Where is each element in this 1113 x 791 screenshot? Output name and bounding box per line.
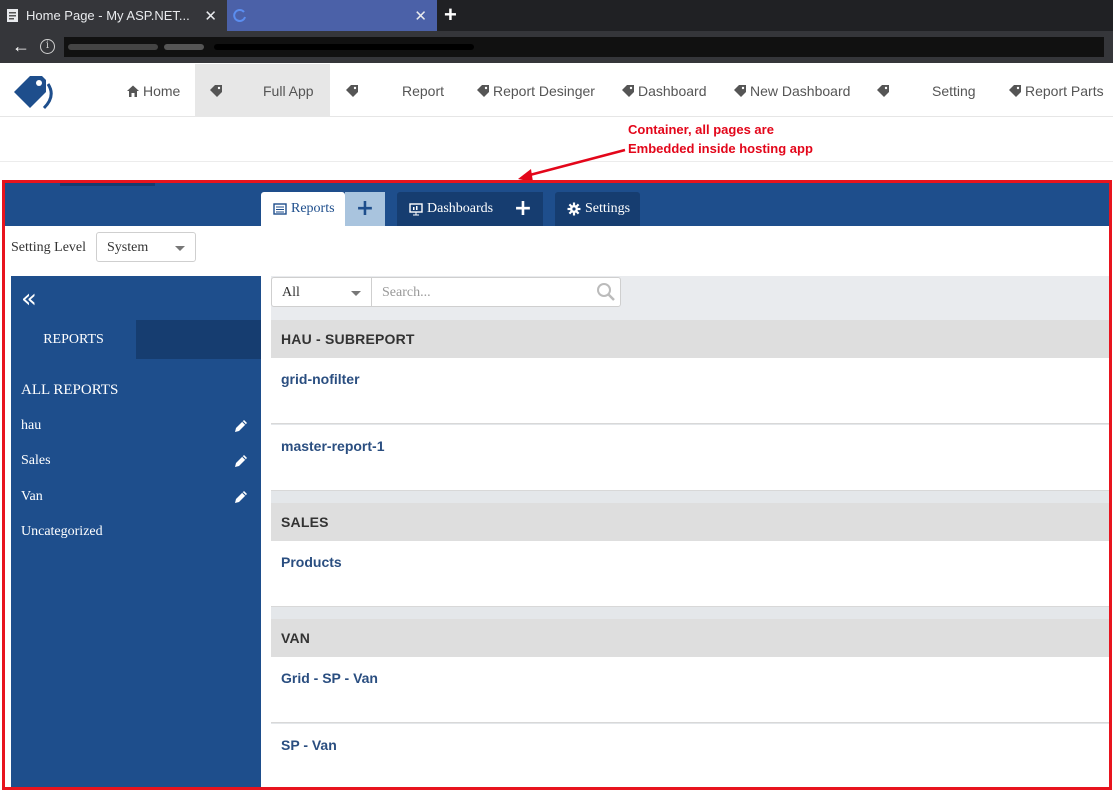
nav-new-dashboard-label: New Dashboard <box>750 82 851 99</box>
report-link[interactable]: master-report-1 <box>281 438 384 454</box>
report-item[interactable]: SP - Van <box>271 724 1109 787</box>
nav-report-label: Report <box>402 82 445 99</box>
tab-dashboards[interactable]: Dashboards <box>397 192 503 226</box>
report-item[interactable]: Grid - SP - Van <box>271 657 1109 723</box>
category-filter-value: All <box>282 285 300 300</box>
group-header-van: VAN <box>271 619 1109 657</box>
close-tab-icon[interactable]: ✕ <box>414 7 427 25</box>
tab-title: Home Page - My ASP.NET... <box>26 8 190 23</box>
setting-level-row: Setting Level System <box>5 226 1109 269</box>
search-input[interactable]: Search... <box>371 277 621 307</box>
nav-report-parts-label: Report Parts <box>1025 82 1104 99</box>
close-tab-icon[interactable]: ✕ <box>204 7 217 25</box>
sidebar-item-hau[interactable]: hau <box>21 418 41 434</box>
address-bar: ← i <box>0 31 1113 63</box>
embedded-container: Reports + Dashboards + Settings Setting … <box>2 180 1112 790</box>
chevron-down-icon <box>351 291 361 296</box>
sidebar-tab-reports[interactable]: REPORTS <box>11 320 136 359</box>
sidebar-item-van[interactable]: Van <box>21 489 43 505</box>
group-header-hau-subreport: HAU - SUBREPORT <box>271 320 1109 358</box>
tag-icon <box>734 84 746 97</box>
tag-icon <box>346 84 358 97</box>
tag-icon <box>477 84 489 97</box>
nav-report[interactable]: Report <box>345 64 444 117</box>
report-item[interactable]: master-report-1 <box>271 425 1109 491</box>
nav-home[interactable]: Home <box>126 64 180 117</box>
tag-icon <box>622 84 634 97</box>
gear-icon <box>567 202 581 216</box>
pencil-icon[interactable] <box>233 453 249 469</box>
back-button[interactable]: ← <box>12 36 30 57</box>
nav-report-parts[interactable]: Report Parts <box>1008 64 1104 117</box>
pencil-icon[interactable] <box>233 418 249 434</box>
embedded-top-bar: Reports + Dashboards + Settings <box>5 183 1109 226</box>
nav-home-label: Home <box>143 82 181 99</box>
nav-dashboard[interactable]: Dashboard <box>621 64 707 117</box>
browser-tab-strip: Home Page - My ASP.NET... ✕ ✕ + <box>0 0 1113 31</box>
annotation-text: Container, all pages are Embedded inside… <box>628 120 813 158</box>
list-icon <box>273 203 287 215</box>
tab-settings-label: Settings <box>585 201 631 216</box>
add-dashboard-button[interactable]: + <box>503 192 543 226</box>
loading-spinner-icon <box>233 9 246 22</box>
tag-icon <box>1009 84 1021 97</box>
browser-tab-home[interactable]: Home Page - My ASP.NET... ✕ <box>0 0 227 31</box>
nav-report-designer[interactable]: Report Desinger <box>476 64 595 117</box>
plus-icon: + <box>355 196 375 221</box>
tab-reports[interactable]: Reports <box>261 192 345 226</box>
category-filter-select[interactable]: All <box>271 277 372 307</box>
nav-full-app-label: Full App <box>263 82 314 99</box>
new-tab-button[interactable]: + <box>444 2 457 28</box>
report-link[interactable]: Grid - SP - Van <box>281 670 378 686</box>
info-icon[interactable]: i <box>40 39 55 54</box>
setting-level-label: Setting Level <box>11 240 87 255</box>
page-icon <box>7 9 18 22</box>
tab-reports-label: Reports <box>291 201 335 216</box>
plus-icon: + <box>513 196 533 221</box>
sidebar-item-all-reports[interactable]: ALL REPORTS <box>21 382 118 399</box>
add-report-button[interactable]: + <box>345 192 385 226</box>
report-link[interactable]: SP - Van <box>281 737 337 753</box>
tag-icon <box>210 84 222 97</box>
top-bar-accent <box>60 183 155 186</box>
sidebar-tab-empty <box>136 320 261 359</box>
tab-dashboards-label: Dashboards <box>427 201 494 216</box>
report-link[interactable]: grid-nofilter <box>281 371 360 387</box>
nav-setting[interactable]: Setting <box>876 64 976 117</box>
collapse-sidebar-icon[interactable]: « <box>21 284 37 314</box>
search-icon[interactable] <box>596 282 616 302</box>
nav-setting-label: Setting <box>932 82 976 99</box>
setting-level-value: System <box>107 240 149 255</box>
pencil-icon[interactable] <box>233 489 249 505</box>
annotation-line-1: Container, all pages are <box>628 122 774 137</box>
sidebar-item-uncategorized[interactable]: Uncategorized <box>21 524 103 540</box>
app-logo-icon[interactable] <box>8 70 56 112</box>
browser-tab-loading[interactable]: ✕ <box>227 0 437 31</box>
filter-bar: All Search... <box>271 276 1109 320</box>
nav-report-designer-label: Report Desinger <box>493 82 595 99</box>
report-item[interactable]: grid-nofilter <box>271 358 1109 424</box>
report-list-panel: All Search... HAU - SUBREPORT grid-nofil… <box>271 276 1109 787</box>
report-item[interactable]: Products <box>271 541 1109 607</box>
nav-new-dashboard[interactable]: New Dashboard <box>733 64 850 117</box>
search-placeholder: Search... <box>382 285 431 300</box>
sidebar-item-sales[interactable]: Sales <box>21 453 51 469</box>
nav-dashboard-label: Dashboard <box>638 82 707 99</box>
home-icon <box>127 85 139 97</box>
report-sidebar: « REPORTS ALL REPORTS hau Sales Van Unca… <box>11 276 261 787</box>
report-link[interactable]: Products <box>281 554 342 570</box>
host-app-navbar: Home Full App Report Report Desinger Das… <box>0 64 1113 117</box>
url-field[interactable] <box>64 37 1104 57</box>
chevron-down-icon <box>175 246 185 251</box>
dashboard-icon <box>409 203 423 216</box>
tag-icon <box>877 84 889 97</box>
setting-level-select[interactable]: System <box>96 232 196 262</box>
nav-full-app[interactable]: Full App <box>195 64 330 117</box>
annotation-line-2: Embedded inside hosting app <box>628 141 813 156</box>
group-header-sales: SALES <box>271 503 1109 541</box>
tab-settings[interactable]: Settings <box>555 192 640 226</box>
